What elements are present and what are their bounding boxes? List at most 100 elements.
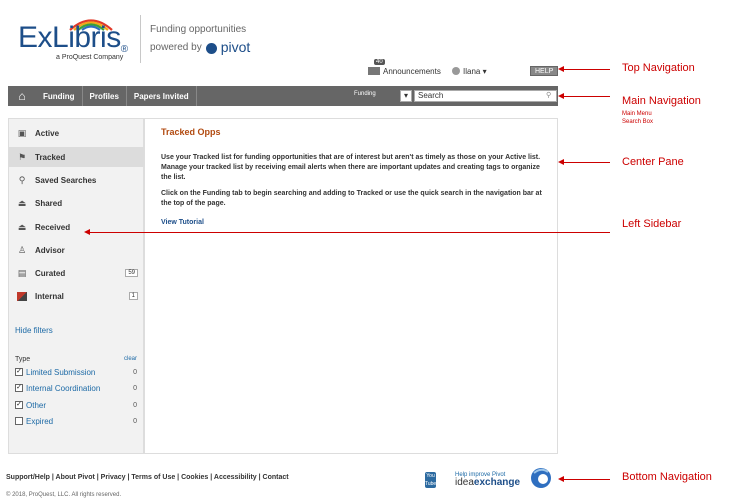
filter-count: 0: [133, 401, 137, 409]
sidebar-item-label: Saved Searches: [35, 175, 97, 185]
filter-label: Expired: [26, 416, 54, 426]
sidebar-item-active[interactable]: ▣ Active: [9, 123, 144, 143]
type-filter-heading: Type: [15, 356, 31, 363]
user-name: Ilana ▾: [463, 66, 487, 76]
annotation-top-navigation: Top Navigation: [622, 62, 695, 74]
annotation-arrow: [562, 96, 610, 97]
annotation-arrow: [88, 232, 610, 233]
sidebar-item-curated[interactable]: ▤ Curated 59: [9, 263, 144, 283]
filter-other[interactable]: ✓ Other 0: [15, 399, 139, 411]
annotation-arrow: [562, 162, 610, 163]
annotation-main-menu: Main Menu: [622, 111, 652, 117]
annotation-left-sidebar: Left Sidebar: [622, 218, 682, 230]
sidebar-item-shared[interactable]: ⏏ Shared: [9, 193, 144, 213]
center-pane: Tracked Opps Use your Tracked list for f…: [144, 118, 558, 454]
instructions-paragraph: Click on the Funding tab to begin search…: [161, 190, 542, 207]
left-sidebar: ▣ Active ⚑ Tracked ⚲ Saved Searches ⏏ Sh…: [8, 118, 144, 454]
announcements-link[interactable]: 40 Announcements: [368, 59, 441, 78]
filter-expired[interactable]: Expired 0: [15, 415, 139, 427]
announcements-badge: 40: [374, 59, 385, 65]
annotation-main-navigation: Main Navigation: [622, 95, 701, 107]
powered-by-text: powered by: [150, 41, 202, 53]
annotation-arrowhead: [558, 93, 564, 99]
checkbox-checked-icon[interactable]: ✓: [15, 368, 23, 376]
curated-count: 59: [125, 269, 138, 277]
sidebar-item-label: Shared: [35, 198, 63, 208]
user-icon: [452, 67, 460, 75]
filter-label: Limited Submission: [26, 367, 96, 377]
home-icon[interactable]: ⌂: [8, 86, 36, 106]
help-button[interactable]: HELP: [530, 66, 559, 76]
filter-internal-coordination[interactable]: ✓ Internal Coordination 0: [15, 382, 139, 394]
sidebar-item-label: Active: [35, 128, 60, 138]
pivot-logo-icon: [205, 42, 217, 54]
footer-links[interactable]: Support/Help | About Pivot | Privacy | T…: [6, 474, 289, 481]
view-tutorial-link[interactable]: View Tutorial: [161, 219, 204, 226]
sidebar-item-tracked[interactable]: ⚑ Tracked: [9, 147, 144, 167]
bookmark-icon: [17, 291, 27, 301]
nav-separator: [195, 86, 197, 106]
ideaexchange-wordmark: ideaexchange: [455, 477, 521, 488]
nav-papers-invited[interactable]: Papers Invited: [127, 92, 196, 101]
nav-profiles[interactable]: Profiles: [83, 92, 126, 101]
annotation-arrowhead: [558, 66, 564, 72]
sidebar-item-label: Internal: [35, 291, 64, 301]
filter-label: Other: [26, 400, 47, 410]
announcements-label: Announcements: [383, 66, 441, 76]
powered-by: powered by pivot: [150, 39, 250, 55]
hide-filters-link[interactable]: Hide filters: [15, 326, 53, 335]
nav-funding[interactable]: Funding: [36, 92, 82, 101]
filter-count: 0: [133, 384, 137, 392]
search-icon[interactable]: ⚲: [546, 91, 551, 99]
list-icon: ▤: [17, 267, 27, 278]
plus-square-icon: ▣: [17, 127, 27, 138]
tray-icon: ⏏: [17, 197, 27, 208]
sidebar-item-advisor[interactable]: ♙ Advisor: [9, 240, 144, 260]
checkbox-checked-icon[interactable]: ✓: [15, 384, 23, 392]
annotation-arrowhead: [558, 159, 564, 165]
annotation-arrowhead: [84, 229, 90, 235]
filter-label: Internal Coordination: [26, 383, 101, 393]
annotation-arrow: [562, 479, 610, 480]
person-icon: ♙: [17, 244, 27, 255]
intro-paragraph: Use your Tracked list for funding opport…: [161, 154, 541, 181]
page-title: Tracked Opps: [161, 127, 221, 137]
header-divider: [140, 15, 141, 63]
sidebar-item-label: Tracked: [35, 152, 66, 162]
logo-subtitle: a ProQuest Company: [56, 54, 124, 61]
magnifier-icon: ⚲: [18, 174, 26, 185]
pivot-swirl-icon[interactable]: [530, 467, 552, 489]
exlibris-logo[interactable]: ExLibris® a ProQuest Company: [18, 15, 138, 65]
youtube-icon[interactable]: You Tube: [425, 472, 436, 488]
checkbox-unchecked-icon[interactable]: [15, 417, 23, 425]
copyright: © 2018, ProQuest, LLC. All rights reserv…: [6, 492, 122, 498]
filter-count: 0: [133, 417, 137, 425]
annotation-search-box: Search Box: [622, 119, 654, 125]
annotation-arrowhead: [558, 476, 564, 482]
filter-limited-submission[interactable]: ✓ Limited Submission 0: [15, 366, 139, 378]
filter-count: 0: [133, 368, 137, 376]
annotation-arrow: [562, 69, 610, 70]
chevron-down-icon: ▾: [403, 91, 408, 100]
search-input[interactable]: Search: [414, 90, 557, 102]
clear-filters-link[interactable]: clear: [124, 356, 137, 362]
checkbox-checked-icon[interactable]: ✓: [15, 401, 23, 409]
annotation-bottom-navigation: Bottom Navigation: [622, 471, 712, 483]
search-scope-dropdown[interactable]: ▾: [400, 90, 412, 102]
logo-wordmark: ExLibris®: [18, 21, 128, 55]
main-navigation: ⌂ Funding Profiles Papers Invited Fundin…: [8, 86, 558, 106]
sidebar-item-received[interactable]: ⏏ Received: [9, 217, 144, 237]
inbox-icon: ⏏: [17, 221, 27, 232]
annotation-center-pane: Center Pane: [622, 156, 684, 168]
brand-title: Funding opportunities: [150, 24, 247, 35]
sidebar-item-saved-searches[interactable]: ⚲ Saved Searches: [9, 170, 144, 190]
search-scope-label: Funding: [354, 91, 376, 97]
sidebar-item-label: Curated: [35, 268, 66, 278]
megaphone-icon: [368, 67, 380, 75]
user-menu[interactable]: Ilana ▾: [452, 64, 487, 78]
sidebar-item-label: Advisor: [35, 245, 65, 255]
sidebar-item-label: Received: [35, 222, 71, 232]
sidebar-item-internal[interactable]: Internal 1: [9, 286, 144, 306]
pivot-wordmark: pivot: [220, 39, 251, 55]
ideaexchange-link[interactable]: Help improve Pivot ideaexchange: [455, 472, 520, 488]
